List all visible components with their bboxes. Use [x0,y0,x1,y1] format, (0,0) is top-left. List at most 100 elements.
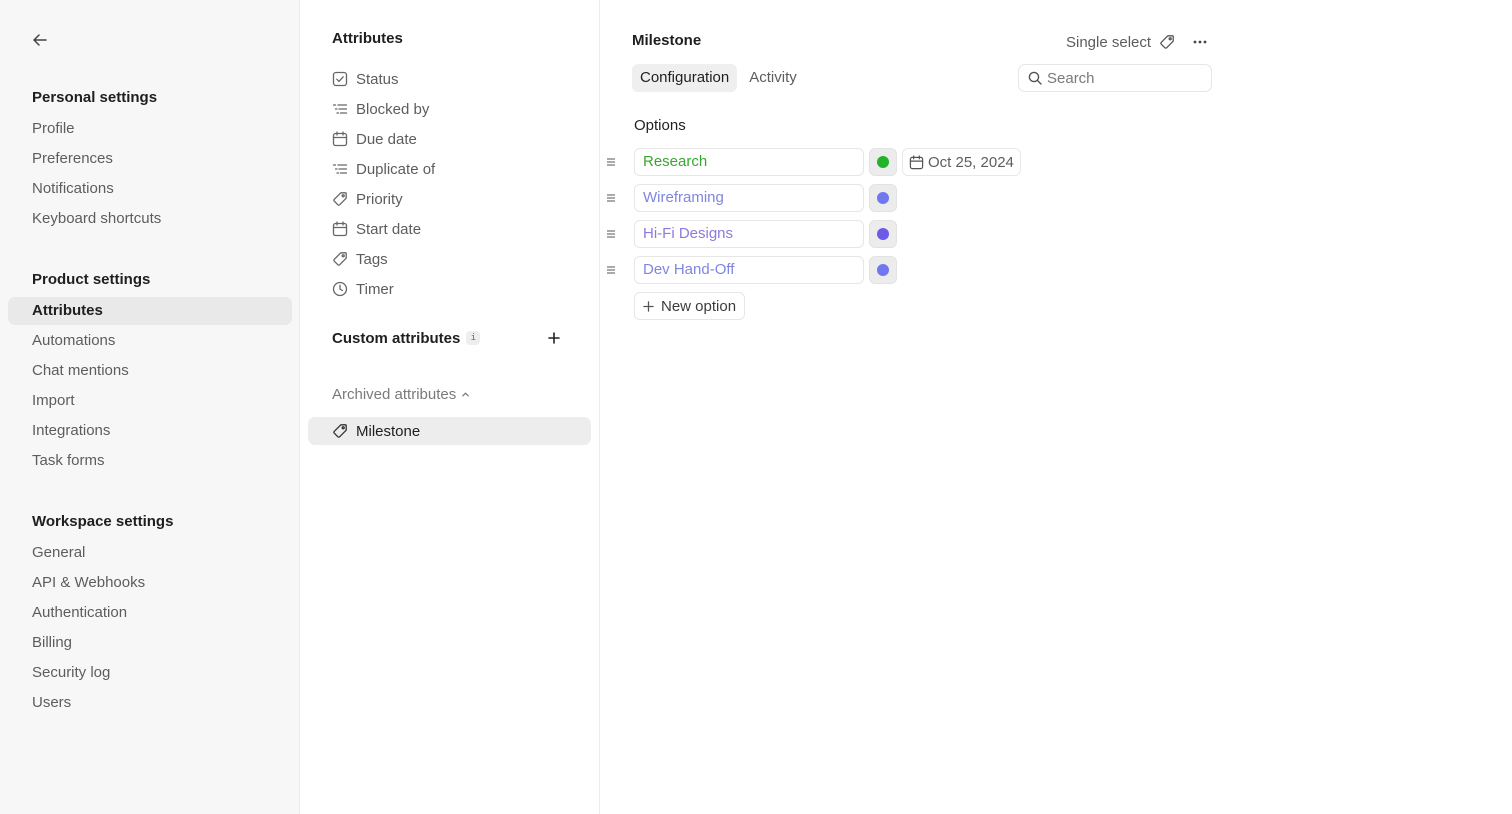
drag-handle[interactable] [601,260,621,280]
sidebar-item-profile[interactable]: Profile [8,115,292,143]
option-name-input[interactable]: Hi-Fi Designs [634,220,864,248]
attribute-label: Timer [356,280,394,298]
option-row: Dev Hand-Off [600,256,897,284]
sidebar-item-import[interactable]: Import [8,387,292,415]
sidebar-item-general[interactable]: General [8,539,292,567]
option-color-button[interactable] [869,184,897,212]
attribute-item-due-date[interactable]: Due date [332,124,582,154]
clock-icon [332,281,348,297]
settings-sidebar: Personal settings Profile Preferences No… [0,0,300,814]
chevron-up-icon [462,392,470,396]
option-name-input[interactable]: Dev Hand-Off [634,256,864,284]
new-option-button[interactable]: New option [634,292,746,320]
attribute-label: Priority [356,190,403,208]
drag-handle[interactable] [601,188,621,208]
sidebar-item-authentication[interactable]: Authentication [8,599,292,627]
attribute-label: Tags [356,250,388,268]
attribute-label: Milestone [356,422,421,440]
sidebar-item-chat-mentions[interactable]: Chat mentions [8,357,292,385]
color-dot [877,156,889,168]
attribute-item-tags[interactable]: Tags [332,244,582,274]
attribute-detail-pane: Milestone Single select Configuration Ac… [600,0,1512,814]
dependency-list-icon [332,164,348,174]
tag-icon [333,252,347,266]
option-name-input[interactable]: Wireframing [634,184,864,212]
calendar-icon [909,154,924,169]
plus-icon [548,332,560,344]
ellipsis-icon [1193,40,1207,44]
sidebar-item-security-log[interactable]: Security log [8,659,292,687]
sidebar-item-attributes[interactable]: Attributes [8,297,292,325]
sidebar-item-billing[interactable]: Billing [8,629,292,657]
sidebar-item-notifications[interactable]: Notifications [8,175,292,203]
color-dot [877,228,889,240]
personal-settings-section: Personal settings Profile Preferences No… [0,83,300,233]
drag-handle-icon [607,158,615,166]
sidebar-item-keyboard-shortcuts[interactable]: Keyboard shortcuts [8,205,292,233]
attributes-heading: Attributes [332,30,403,47]
checkbox-icon [332,71,348,87]
section-heading: Workspace settings [32,513,174,530]
product-settings-section: Product settings Attributes Automations … [0,265,300,475]
calendar-icon [332,221,348,237]
attribute-item-priority[interactable]: Priority [332,184,582,214]
search-icon [1028,71,1042,85]
sidebar-item-task-forms[interactable]: Task forms [8,447,292,475]
archived-item-milestone[interactable]: Milestone [308,417,591,445]
attributes-panel: Attributes Status Blocked by Due date Du… [300,0,600,814]
attribute-item-duplicate-of[interactable]: Duplicate of [332,154,582,184]
attribute-item-status[interactable]: Status [332,64,582,94]
custom-attributes-header: Custom attributes i [332,325,564,351]
attribute-label: Status [356,70,399,88]
option-row: Research Oct 25, 2024 [600,148,1021,176]
option-row: Wireframing [600,184,897,212]
option-color-button[interactable] [869,148,897,176]
color-dot [877,192,889,204]
drag-handle[interactable] [601,224,621,244]
tag-icon [1160,35,1174,49]
info-icon[interactable]: i [466,331,481,345]
sidebar-item-integrations[interactable]: Integrations [8,417,292,445]
back-button[interactable] [28,28,52,52]
custom-attributes-label: Custom attributes [332,329,461,347]
attribute-item-timer[interactable]: Timer [332,274,582,304]
dependency-list-icon [332,104,348,114]
options-heading: Options [634,117,686,134]
option-date-chip[interactable]: Oct 25, 2024 [902,148,1021,176]
drag-handle[interactable] [601,152,621,172]
option-color-button[interactable] [869,256,897,284]
search-field[interactable] [1018,64,1212,92]
sidebar-item-users[interactable]: Users [8,689,292,717]
tag-icon [333,192,347,206]
more-options-button[interactable] [1189,31,1211,53]
drag-handle-icon [607,266,615,274]
drag-handle-icon [607,194,615,202]
sidebar-item-automations[interactable]: Automations [8,327,292,355]
drag-handle-icon [607,230,615,238]
color-dot [877,264,889,276]
option-date: Oct 25, 2024 [928,153,1014,171]
attribute-item-start-date[interactable]: Start date [332,214,582,244]
archived-attributes-label: Archived attributes [332,385,457,403]
attribute-label: Due date [356,130,417,148]
attribute-type-label: Single select [1066,33,1152,51]
sidebar-item-api-webhooks[interactable]: API & Webhooks [8,569,292,597]
option-row: Hi-Fi Designs [600,220,897,248]
section-heading: Personal settings [32,89,158,106]
option-color-button[interactable] [869,220,897,248]
tab-configuration[interactable]: Configuration [632,64,738,92]
tab-activity[interactable]: Activity [741,64,805,92]
sidebar-item-preferences[interactable]: Preferences [8,145,292,173]
workspace-settings-section: Workspace settings General API & Webhook… [0,507,300,717]
option-name-input[interactable]: Research [634,148,864,176]
archived-attributes-toggle[interactable]: Archived attributes [332,382,470,406]
attribute-list: Status Blocked by Due date Duplicate of … [332,64,582,304]
section-heading: Product settings [32,271,151,288]
new-option-label: New option [661,297,737,315]
tag-icon [333,424,347,438]
add-custom-attribute-button[interactable] [544,328,564,348]
attribute-title: Milestone [632,32,702,49]
search-input[interactable] [1047,69,1197,87]
attribute-item-blocked-by[interactable]: Blocked by [332,94,582,124]
arrow-left-icon [33,34,47,46]
